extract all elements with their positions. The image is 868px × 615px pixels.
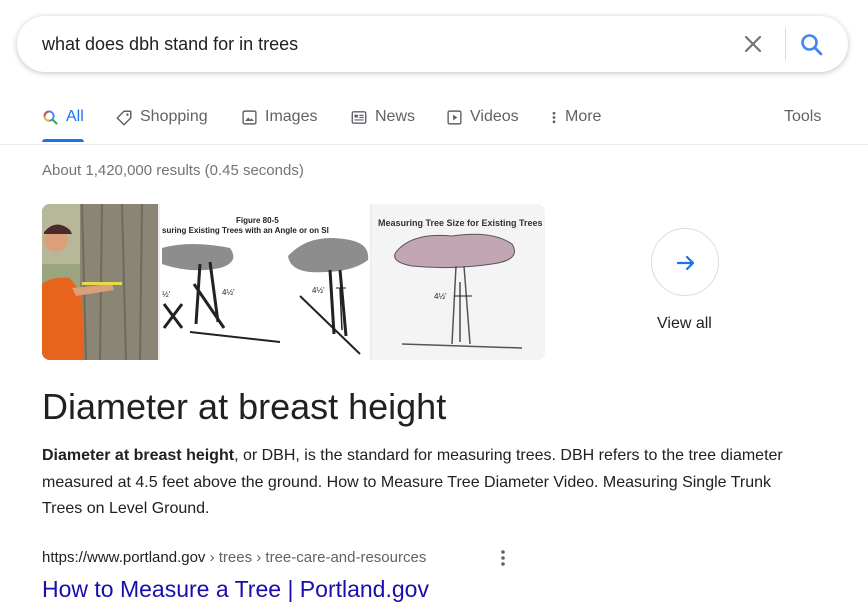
image-strip: Figure 80-5 suring Existing Trees with a…: [42, 204, 545, 360]
figure-title: Figure 80-5: [236, 216, 279, 225]
tab-all-label: All: [66, 108, 84, 125]
tab-images-label: Images: [265, 108, 318, 125]
tab-news[interactable]: News: [350, 96, 415, 140]
tab-images[interactable]: Images: [241, 96, 317, 140]
figure-3-label: 4½': [434, 292, 447, 301]
search-tabs: All Shopping Images News Videos More Too…: [0, 96, 868, 142]
arrow-right-icon: [676, 255, 695, 271]
search-input[interactable]: what does dbh stand for in trees: [42, 34, 298, 55]
view-all-button[interactable]: [651, 228, 719, 296]
search-icon[interactable]: [799, 32, 825, 58]
more-options-icon[interactable]: [494, 548, 512, 568]
more-vert-icon: [552, 111, 556, 124]
figure-label-b: 4½': [312, 286, 325, 295]
image-result-3[interactable]: Measuring Tree Size for Existing Trees 4…: [372, 204, 545, 360]
tag-icon: [116, 110, 132, 126]
featured-snippet-text: Diameter at breast height, or DBH, is th…: [42, 443, 802, 523]
figure-label-c: ½': [162, 290, 171, 299]
tab-news-label: News: [375, 108, 416, 125]
tab-videos[interactable]: Videos: [446, 96, 519, 140]
tools-label: Tools: [784, 108, 822, 125]
clear-icon[interactable]: [741, 32, 765, 56]
figure-3-title: Measuring Tree Size for Existing Trees: [378, 218, 543, 228]
tab-shopping[interactable]: Shopping: [115, 96, 208, 140]
result-stats: About 1,420,000 results (0.45 seconds): [42, 162, 304, 179]
cite-path: › trees › tree-care-and-resources: [205, 549, 427, 566]
image-icon: [242, 110, 257, 125]
result-title-link[interactable]: How to Measure a Tree | Portland.gov: [42, 576, 429, 603]
tab-all[interactable]: All: [42, 96, 84, 142]
image-result-1[interactable]: [42, 204, 158, 360]
news-icon: [351, 111, 367, 124]
tools-button[interactable]: Tools: [784, 96, 821, 140]
search-divider: [785, 28, 786, 60]
figure-subtitle: suring Existing Trees with an Angle or o…: [162, 226, 329, 235]
view-all-label[interactable]: View all: [657, 315, 712, 333]
tab-shopping-label: Shopping: [140, 108, 208, 125]
figure-label-a: 4½': [222, 288, 235, 297]
search-box[interactable]: what does dbh stand for in trees: [17, 16, 848, 72]
active-tab-indicator: [42, 139, 84, 142]
tabs-divider: [0, 144, 868, 145]
result-cite[interactable]: https://www.portland.gov › trees › tree-…: [42, 549, 426, 566]
tab-more[interactable]: More: [550, 96, 601, 140]
featured-snippet-title: Diameter at breast height: [42, 386, 447, 427]
snippet-bold: Diameter at breast height: [42, 447, 235, 464]
tab-videos-label: Videos: [470, 108, 519, 125]
image-result-2[interactable]: Figure 80-5 suring Existing Trees with a…: [160, 204, 370, 360]
tab-more-label: More: [565, 108, 602, 125]
search-icon: [43, 110, 58, 125]
play-icon: [447, 110, 462, 125]
cite-domain: https://www.portland.gov: [42, 549, 206, 566]
